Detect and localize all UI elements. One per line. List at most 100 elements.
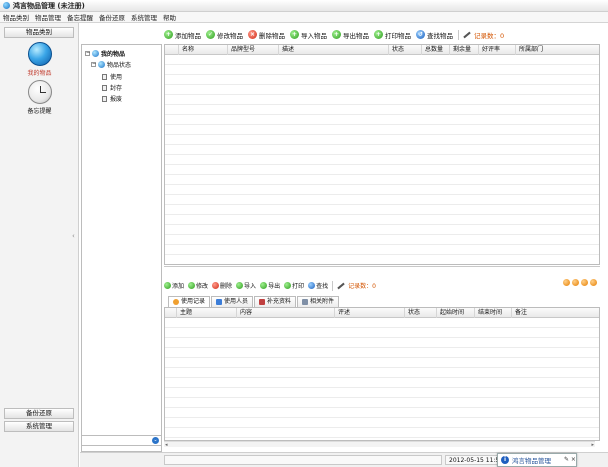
column-header[interactable]: 备注 <box>512 308 599 318</box>
add-item-button[interactable]: + 添加物品 <box>164 30 201 40</box>
row-indicator-column <box>165 45 179 55</box>
column-header[interactable]: 主题 <box>177 308 237 318</box>
attachment-icon <box>302 299 309 305</box>
column-header[interactable]: 剩余量 <box>450 45 479 55</box>
column-header[interactable]: 描述 <box>279 45 389 55</box>
collapse-splitter-icon[interactable]: ‹ <box>72 232 75 240</box>
collapse-icon[interactable]: − <box>85 51 90 56</box>
status-message <box>164 455 442 465</box>
document-icon <box>102 95 107 102</box>
collapse-icon[interactable]: − <box>91 62 96 67</box>
sub-record-count: 记录数：0 <box>348 283 376 290</box>
column-header[interactable]: 总数量 <box>422 45 450 55</box>
menu-item-system[interactable]: 系统管理 <box>131 12 157 22</box>
delete-record-button[interactable]: 删除 <box>212 281 232 290</box>
add-record-button[interactable]: 添加 <box>164 281 184 290</box>
tab-supplementary[interactable]: 补充资料 <box>254 296 297 307</box>
find-item-button[interactable]: ↺ 查找物品 <box>416 30 453 40</box>
users-icon <box>216 299 223 305</box>
export-icon: + <box>332 30 341 39</box>
column-header[interactable]: 评述 <box>335 308 405 318</box>
export-item-label: 导出物品 <box>343 31 369 40</box>
circle-control-icon[interactable] <box>590 279 597 286</box>
export-item-button[interactable]: + 导出物品 <box>332 30 369 40</box>
column-header[interactable]: 起始时间 <box>437 308 475 318</box>
export-record-button[interactable]: 导出 <box>260 281 280 290</box>
circle-control-icon[interactable] <box>572 279 579 286</box>
find-item-label: 查找物品 <box>427 31 453 40</box>
tab-usage-records[interactable]: 使用记录 <box>168 296 211 307</box>
import-item-button[interactable]: + 导入物品 <box>290 30 327 40</box>
edit-item-button[interactable]: ✓ 修改物品 <box>206 30 243 40</box>
tree-node-in-use[interactable]: 使用 <box>102 72 122 81</box>
edit-record-label: 修改 <box>196 283 209 290</box>
column-header[interactable]: 品牌型号 <box>228 45 279 55</box>
tree-node-status[interactable]: − 物品状态 <box>91 60 131 69</box>
tab-attachments[interactable]: 相关附件 <box>297 296 340 307</box>
edit-icon <box>188 282 196 289</box>
backup-restore-button[interactable]: 备份还原 <box>4 408 74 419</box>
circle-control-icon[interactable] <box>581 279 588 286</box>
column-header[interactable]: 状态 <box>405 308 437 318</box>
tree-node-my-items[interactable]: − 我的物品 <box>85 49 125 58</box>
delete-item-button[interactable]: × 删除物品 <box>248 30 285 40</box>
items-table[interactable]: 名称 品牌型号 描述 状态 总数量 剩余量 好评率 所属部门 <box>164 44 600 265</box>
records-table-body[interactable] <box>165 318 599 440</box>
sidebar-item-label: 备忘提醒 <box>27 108 52 115</box>
print-record-button[interactable]: 打印 <box>284 281 304 290</box>
tab-users[interactable]: 使用人员 <box>211 296 254 307</box>
menu-item-reminder[interactable]: 备忘提醒 <box>67 12 93 22</box>
import-icon <box>236 282 244 289</box>
row-indicator-column <box>165 308 177 318</box>
menu-item-category[interactable]: 物品类别 <box>3 12 29 22</box>
record-icon <box>173 299 179 305</box>
globe-icon <box>27 42 52 66</box>
record-count: 记录数：0 <box>474 31 505 40</box>
title-bar: 鸿言物品管理 (未注册) <box>0 0 608 12</box>
popup-controls[interactable]: ✎ × <box>564 456 576 463</box>
items-table-body[interactable] <box>165 55 599 264</box>
clock-icon <box>27 80 52 104</box>
print-item-label: 打印物品 <box>385 31 411 40</box>
column-header[interactable]: 内容 <box>237 308 335 318</box>
find-icon <box>308 282 316 289</box>
menu-item-help[interactable]: 帮助 <box>163 12 176 22</box>
import-record-button[interactable]: 导入 <box>236 281 256 290</box>
system-management-button[interactable]: 系统管理 <box>4 421 74 432</box>
column-header[interactable]: 好评率 <box>479 45 516 55</box>
column-header[interactable]: 名称 <box>179 45 228 55</box>
tree-footer: ⌄ <box>81 435 162 446</box>
horizontal-scrollbar[interactable]: ◂ ▸ <box>164 441 595 448</box>
find-icon: ↺ <box>416 30 425 39</box>
menu-item-backup[interactable]: 备份还原 <box>99 12 125 22</box>
records-table[interactable]: 主题 内容 评述 状态 起始时间 结束时间 备注 <box>164 307 600 441</box>
column-header[interactable]: 所属部门 <box>516 45 599 55</box>
menu-item-items[interactable]: 物品管理 <box>35 12 61 22</box>
find-record-button[interactable]: 查找 <box>308 281 328 290</box>
sidebar-item-reminder[interactable]: 备忘提醒 <box>0 80 79 115</box>
edit-record-button[interactable]: 修改 <box>188 281 208 290</box>
tab-label: 使用记录 <box>181 298 206 305</box>
add-record-label: 添加 <box>172 283 185 290</box>
column-header[interactable]: 结束时间 <box>475 308 512 318</box>
tree-node-scrapped[interactable]: 报废 <box>102 94 122 103</box>
sidebar-item-label: 我的物品 <box>27 70 52 77</box>
sidebar-item-my-items[interactable]: 我的物品 <box>0 42 79 77</box>
print-item-button[interactable]: + 打印物品 <box>374 30 411 40</box>
popup-title: 鸿言物品管理 <box>512 457 551 465</box>
delete-icon: × <box>248 30 257 39</box>
scroll-right-icon[interactable]: ▸ <box>591 442 594 448</box>
expand-down-icon[interactable]: ⌄ <box>152 437 159 444</box>
column-header[interactable]: 状态 <box>389 45 422 55</box>
tree-node-sealed[interactable]: 封存 <box>102 83 122 92</box>
scroll-left-icon[interactable]: ◂ <box>165 442 168 448</box>
document-icon <box>102 73 107 80</box>
horizontal-splitter[interactable] <box>164 266 600 267</box>
globe-icon <box>98 61 105 68</box>
circle-control-icon[interactable] <box>563 279 570 286</box>
sidebar-header-category[interactable]: 物品类别 <box>4 27 74 38</box>
panel-controls <box>561 279 597 286</box>
add-icon: + <box>164 30 173 39</box>
toolbar-separator <box>458 29 459 40</box>
items-table-header: 名称 品牌型号 描述 状态 总数量 剩余量 好评率 所属部门 <box>165 45 599 55</box>
